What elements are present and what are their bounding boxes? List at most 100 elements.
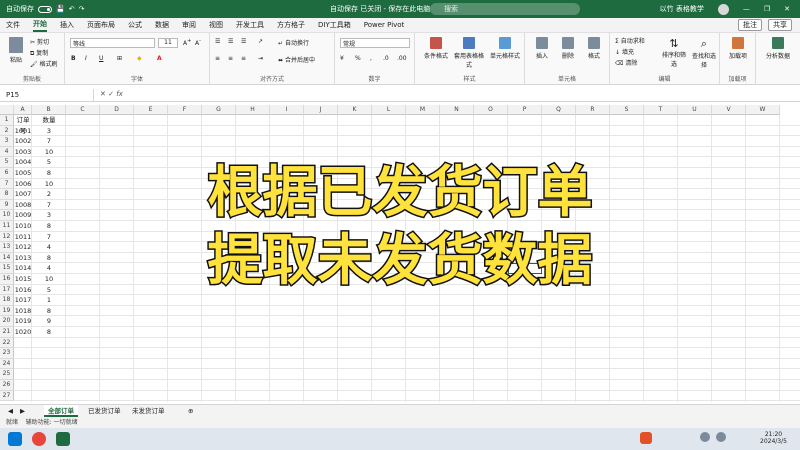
font-name-select[interactable]: 等线 (70, 38, 155, 48)
autosave-toggle[interactable] (38, 5, 52, 13)
column-header[interactable]: T (644, 105, 678, 115)
column-header[interactable]: Q (542, 105, 576, 115)
row-header[interactable]: 5 (0, 157, 14, 168)
column-header[interactable]: C (66, 105, 100, 115)
cancel-icon[interactable]: ✕ (100, 90, 106, 98)
windows-start-icon[interactable] (8, 432, 22, 446)
cut-button[interactable]: ✂ 剪切 (30, 37, 49, 46)
table-cell[interactable]: 1005 (14, 168, 32, 179)
comment-button[interactable]: 批注 (738, 19, 762, 31)
tab-file[interactable]: 文件 (6, 20, 20, 30)
tab-page-layout[interactable]: 页面布局 (87, 20, 115, 30)
redo-icon[interactable]: ↷ (79, 5, 85, 13)
tab-diy[interactable]: DIY工具箱 (318, 20, 351, 30)
bold-button[interactable]: B (71, 55, 76, 62)
column-header[interactable]: S (610, 105, 644, 115)
analyze-data-button[interactable]: 分析数据 (762, 37, 794, 60)
comma-icon[interactable]: , (370, 55, 372, 62)
row-header[interactable]: 8 (0, 189, 14, 200)
table-cell[interactable]: 1008 (14, 200, 32, 211)
fill-button[interactable]: ↓ 填充 (615, 47, 634, 56)
table-cell[interactable]: 1001 (14, 126, 32, 137)
table-cell[interactable]: 1009 (14, 210, 32, 221)
border-icon[interactable]: ⊞ (117, 55, 122, 62)
wrap-text-button[interactable]: ↵ 自动换行 (278, 38, 309, 47)
column-header[interactable]: H (236, 105, 270, 115)
font-color-icon[interactable]: A (157, 55, 162, 62)
table-cell[interactable]: 1004 (14, 157, 32, 168)
table-cell[interactable]: 1010 (14, 221, 32, 232)
table-cell[interactable]: 数量 (32, 115, 66, 126)
row-header[interactable]: 3 (0, 136, 14, 147)
underline-button[interactable]: U (99, 55, 103, 62)
fill-color-icon[interactable]: ◆ (137, 55, 142, 62)
column-header[interactable]: P (508, 105, 542, 115)
decrease-decimal-icon[interactable]: .00 (397, 55, 407, 62)
share-button[interactable]: 共享 (768, 19, 792, 31)
column-header[interactable]: E (134, 105, 168, 115)
row-header[interactable]: 17 (0, 284, 14, 296)
table-cell[interactable]: 8 (32, 327, 66, 338)
avatar[interactable] (717, 3, 729, 15)
undo-icon[interactable]: ↶ (69, 5, 75, 13)
table-cell[interactable]: 1014 (14, 263, 32, 274)
orientation-icon[interactable]: ↗ (258, 38, 263, 45)
table-cell[interactable]: 4 (32, 242, 66, 253)
row-header[interactable]: 27 (0, 390, 14, 402)
font-size-select[interactable]: 11 (158, 38, 178, 48)
table-cell[interactable]: 1002 (14, 136, 32, 147)
row-header[interactable]: 13 (0, 242, 14, 253)
row-header[interactable]: 20 (0, 316, 14, 327)
restore-icon[interactable]: ❐ (764, 5, 770, 13)
table-cell[interactable]: 1007 (14, 189, 32, 200)
column-header[interactable]: J (304, 105, 338, 115)
grow-font-icon[interactable]: A+ (183, 38, 191, 47)
addins-button[interactable]: 加载项 (724, 37, 752, 60)
table-cell[interactable]: 7 (32, 136, 66, 147)
table-cell[interactable]: 8 (32, 168, 66, 179)
column-header[interactable]: R (576, 105, 610, 115)
fx-icon[interactable]: ✕ ✓ fx (100, 90, 123, 98)
sheet-tab-shipped[interactable]: 已发货订单 (84, 405, 125, 417)
row-header[interactable]: 15 (0, 263, 14, 274)
increase-decimal-icon[interactable]: .0 (383, 55, 389, 62)
align-middle-icon[interactable]: ☰ (228, 38, 233, 45)
autosum-button[interactable]: Σ 自动求和 (615, 36, 645, 45)
clock[interactable]: 21:20 2024/3/5 (760, 431, 787, 445)
minimize-icon[interactable]: — (743, 5, 750, 13)
sheet-tab-unshipped[interactable]: 未发货订单 (128, 405, 169, 417)
column-header[interactable]: L (372, 105, 406, 115)
row-header[interactable]: 4 (0, 146, 14, 158)
table-cell[interactable]: 10 (32, 147, 66, 158)
table-cell[interactable]: 5 (32, 285, 66, 296)
number-format-select[interactable]: 常规 (340, 38, 410, 48)
table-cell[interactable]: 1015 (14, 274, 32, 285)
align-left-icon[interactable]: ≡ (215, 55, 220, 62)
table-cell[interactable]: 1016 (14, 285, 32, 296)
table-cell[interactable]: 8 (32, 221, 66, 232)
merge-center-button[interactable]: ⬌ 合并后居中 (278, 55, 315, 64)
format-painter-button[interactable]: 🖌 格式刷 (30, 59, 58, 68)
excel-icon[interactable] (56, 432, 70, 446)
column-header[interactable]: D (100, 105, 134, 115)
row-header[interactable]: 24 (0, 358, 14, 370)
column-header[interactable]: W (746, 105, 780, 115)
conditional-format-button[interactable]: 条件格式 (421, 37, 451, 60)
table-cell[interactable]: 3 (32, 210, 66, 221)
close-icon[interactable]: ✕ (784, 5, 790, 13)
table-cell[interactable]: 3 (32, 126, 66, 137)
table-cell[interactable]: 9 (32, 316, 66, 327)
input-method-icon[interactable] (640, 432, 652, 444)
tab-data[interactable]: 数据 (155, 20, 169, 30)
table-cell[interactable]: 7 (32, 200, 66, 211)
column-header[interactable]: O (474, 105, 508, 115)
table-cell[interactable]: 5 (32, 157, 66, 168)
column-header[interactable]: K (338, 105, 372, 115)
table-cell[interactable]: 4 (32, 263, 66, 274)
align-right-icon[interactable]: ≡ (241, 55, 246, 62)
table-cell[interactable]: 1018 (14, 306, 32, 317)
tab-developer[interactable]: 开发工具 (236, 20, 264, 30)
find-select-button[interactable]: ⌕ 查找和选择 (690, 37, 718, 69)
column-header[interactable]: I (270, 105, 304, 115)
column-header[interactable]: G (202, 105, 236, 115)
